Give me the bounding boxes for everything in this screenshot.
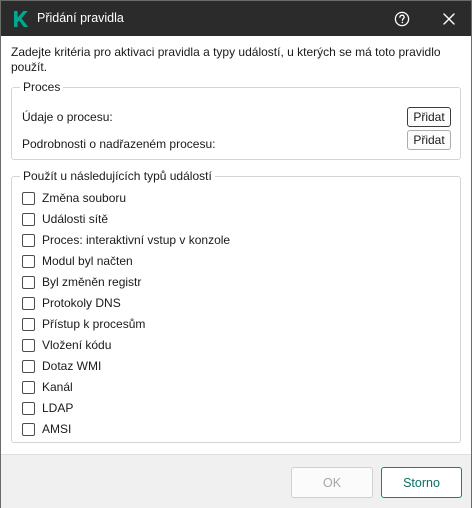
checkbox-box[interactable] — [22, 359, 35, 373]
checkbox-box[interactable] — [22, 380, 35, 394]
checkbox-box[interactable] — [22, 296, 35, 310]
event-types-group: Použít u následujících typů událostí Změ… — [11, 169, 461, 443]
checkbox-box[interactable] — [22, 191, 35, 205]
dialog-footer: OK Storno — [1, 454, 471, 508]
event-type-checkbox[interactable]: Události sítě — [22, 211, 108, 227]
checkbox-label: LDAP — [42, 401, 74, 415]
event-type-checkbox[interactable]: Vložení kódu — [22, 337, 111, 353]
checkbox-label: Přístup k procesům — [42, 317, 146, 331]
checkbox-box[interactable] — [22, 233, 35, 247]
checkbox-label: Proces: interaktivní vstup v konzole — [42, 233, 231, 247]
checkbox-box[interactable] — [22, 338, 35, 352]
event-type-checkbox[interactable]: Kanál — [22, 379, 73, 395]
close-button[interactable] — [435, 5, 463, 33]
process-details-label: Údaje o procesu: — [22, 110, 113, 124]
process-group-legend: Proces — [20, 80, 64, 94]
event-type-checkbox[interactable]: Proces: interaktivní vstup v konzole — [22, 232, 230, 248]
checkbox-box[interactable] — [22, 422, 35, 436]
checkbox-label: Změna souboru — [42, 191, 127, 205]
event-type-checkbox[interactable]: Byl změněn registr — [22, 274, 141, 290]
checkbox-box[interactable] — [22, 254, 35, 268]
ok-button[interactable]: OK — [291, 467, 373, 498]
process-group: Proces Údaje o procesu: Přidat Podrobnos… — [11, 80, 461, 160]
kaspersky-k-icon — [13, 10, 29, 28]
title-bar: Přidání pravidla — [1, 1, 471, 36]
checkbox-label: Protokoly DNS — [42, 296, 121, 310]
checkbox-box[interactable] — [22, 401, 35, 415]
add-parent-process-details-button[interactable]: Přidat — [407, 130, 451, 150]
checkbox-label: Byl změněn registr — [42, 275, 142, 289]
event-types-group-legend: Použít u následujících typů událostí — [20, 169, 215, 183]
add-rule-dialog: Přidání pravidla Zadejte kritéria pro ak… — [0, 0, 472, 508]
intro-text: Zadejte kritéria pro aktivaci pravidla a… — [11, 45, 441, 74]
add-process-details-button[interactable]: Přidat — [407, 107, 451, 127]
checkbox-label: Události sítě — [42, 212, 109, 226]
checkbox-label: Modul byl načten — [42, 254, 133, 268]
event-type-checkbox[interactable]: Dotaz WMI — [22, 358, 101, 374]
help-button[interactable] — [388, 5, 416, 33]
close-icon — [443, 13, 455, 25]
event-type-checkbox[interactable]: LDAP — [22, 400, 73, 416]
parent-process-details-label: Podrobnosti o nadřazeném procesu: — [22, 137, 216, 151]
checkbox-label: Kanál — [42, 380, 73, 394]
dialog-title: Přidání pravidla — [37, 11, 124, 25]
checkbox-label: AMSI — [42, 422, 72, 436]
checkbox-label: Dotaz WMI — [42, 359, 102, 373]
checkbox-box[interactable] — [22, 212, 35, 226]
event-type-checkbox[interactable]: Modul byl načten — [22, 253, 133, 269]
event-type-checkbox[interactable]: Změna souboru — [22, 190, 126, 206]
event-type-checkbox[interactable]: AMSI — [22, 421, 71, 437]
help-icon — [394, 11, 410, 27]
event-type-checkbox[interactable]: Protokoly DNS — [22, 295, 121, 311]
checkbox-label: Vložení kódu — [42, 338, 112, 352]
event-type-checkbox[interactable]: Přístup k procesům — [22, 316, 145, 332]
checkbox-box[interactable] — [22, 275, 35, 289]
checkbox-box[interactable] — [22, 317, 35, 331]
cancel-button[interactable]: Storno — [381, 467, 462, 498]
